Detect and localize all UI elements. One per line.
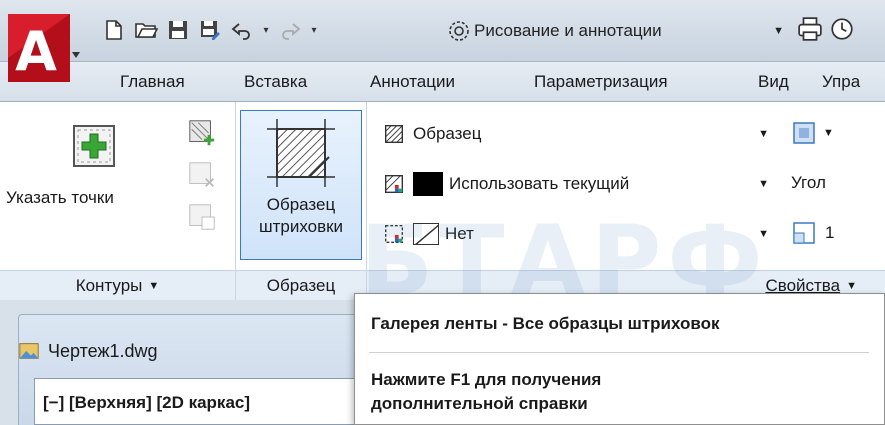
pattern-footer-label: Образец xyxy=(266,275,336,295)
transparency-icon xyxy=(793,122,815,144)
tab-annotate[interactable]: Аннотации xyxy=(370,72,455,92)
hatch-type-combo[interactable]: Образец ▼ xyxy=(413,119,773,149)
save-icon[interactable] xyxy=(164,16,192,44)
viewport-controls-label[interactable]: [−] [Верхняя] [2D каркас] xyxy=(43,393,250,413)
quick-access-toolbar: ▾ ▾ xyxy=(100,16,320,44)
hatch-color-value: Использовать текущий xyxy=(449,174,630,193)
contour-tools xyxy=(180,112,226,238)
contours-panel: Указать точки Контуры ▼ xyxy=(0,102,236,300)
tab-insert[interactable]: Вставка xyxy=(244,72,307,92)
hatch-type-row xyxy=(379,118,409,150)
hatch-color-row xyxy=(379,168,409,200)
scale-value: 1 xyxy=(825,223,835,242)
recreate-boundary-icon[interactable] xyxy=(180,196,224,238)
background-color-row xyxy=(379,218,409,250)
add-pick-points-icon[interactable] xyxy=(70,122,118,170)
tab-manage[interactable]: Упра xyxy=(822,72,860,92)
pattern-panel: Образец штриховки Образец xyxy=(236,102,367,300)
workspace-selector[interactable]: Рисование и аннотации ▼ xyxy=(444,16,790,46)
save-as-icon[interactable] xyxy=(196,16,224,44)
angle-control[interactable]: Угол xyxy=(791,168,826,198)
select-objects-icon[interactable] xyxy=(180,112,224,154)
tab-view[interactable]: Вид xyxy=(758,72,789,92)
chevron-down-icon: ▼ xyxy=(846,279,857,292)
background-color-combo[interactable]: Нет ▼ xyxy=(413,219,773,249)
hatch-pattern-gallery-button[interactable]: Образец штриховки xyxy=(240,110,362,260)
scale-icon xyxy=(793,222,815,244)
title-right-tools xyxy=(797,16,855,47)
background-color-icon xyxy=(379,219,409,249)
open-folder-icon[interactable] xyxy=(132,16,160,44)
transparency-control[interactable]: ▼ xyxy=(791,118,834,148)
clock-icon[interactable] xyxy=(829,16,855,47)
new-file-icon[interactable] xyxy=(100,16,128,44)
chevron-down-icon: ▼ xyxy=(148,279,160,292)
tab-home[interactable]: Главная xyxy=(120,72,185,92)
contours-panel-footer[interactable]: Контуры ▼ xyxy=(0,270,235,300)
add-points-button[interactable]: Указать точки xyxy=(6,188,114,208)
hatch-type-value: Образец xyxy=(413,124,482,143)
undo-icon[interactable] xyxy=(228,16,256,44)
redo-dropdown-icon[interactable]: ▾ xyxy=(308,16,320,44)
tooltip-help-line1: Нажмите F1 для получения xyxy=(371,370,602,389)
properties-panel: Образец ▼ Использовать текущий ▼ Нет ▼ ▼… xyxy=(367,102,885,300)
ribbon-tooltip: Галерея ленты - Все образцы штриховок На… xyxy=(354,293,885,425)
document-title: Чертеж1.dwg xyxy=(48,340,158,361)
chevron-down-icon: ▼ xyxy=(758,178,769,190)
remove-boundaries-icon[interactable] xyxy=(180,154,224,196)
tooltip-help-line2: дополнительной справки xyxy=(371,394,588,413)
ribbon-tabs: Главная Вставка Аннотации Параметризация… xyxy=(0,62,885,102)
hatch-color-icon xyxy=(379,169,409,199)
scale-control[interactable]: 1 xyxy=(791,218,834,248)
print-icon[interactable] xyxy=(797,16,823,47)
gear-icon xyxy=(444,16,474,46)
drawing-file-icon xyxy=(19,343,39,359)
none-swatch xyxy=(413,223,439,245)
app-logo-letter: A xyxy=(15,20,57,83)
hatch-pattern-icon xyxy=(265,117,337,189)
hatch-type-icon xyxy=(379,119,409,149)
chevron-down-icon: ▼ xyxy=(758,228,769,240)
redo-icon[interactable] xyxy=(276,16,304,44)
background-color-value: Нет xyxy=(445,224,474,243)
color-swatch xyxy=(413,172,443,196)
hatch-button-label-line1: Образец xyxy=(266,195,336,214)
hatch-color-combo[interactable]: Использовать текущий ▼ xyxy=(413,169,773,199)
chevron-down-icon: ▼ xyxy=(823,127,834,139)
workspace-label: Рисование и аннотации xyxy=(474,21,662,40)
tooltip-title: Галерея ленты - Все образцы штриховок xyxy=(371,314,720,333)
undo-dropdown-icon[interactable]: ▾ xyxy=(260,16,272,44)
viewport: [−] [Верхняя] [2D каркас] xyxy=(34,378,364,425)
ribbon: Указать точки Контуры ▼ Образец штриховк… xyxy=(0,102,885,300)
application-menu-button[interactable]: A xyxy=(4,8,84,88)
pattern-panel-footer: Образец xyxy=(236,270,366,300)
hatch-button-label-line2: штриховки xyxy=(258,217,344,236)
tooltip-separator xyxy=(369,352,869,353)
document-tab[interactable]: Чертеж1.dwg xyxy=(18,340,158,362)
chevron-down-icon: ▼ xyxy=(773,25,784,37)
title-bar: ▾ ▾ Рисование и аннотации ▼ xyxy=(0,0,885,62)
angle-label: Угол xyxy=(791,173,826,192)
tab-parametric[interactable]: Параметризация xyxy=(534,72,668,92)
chevron-down-icon: ▼ xyxy=(758,128,769,140)
contours-footer-label: Контуры xyxy=(75,275,143,295)
